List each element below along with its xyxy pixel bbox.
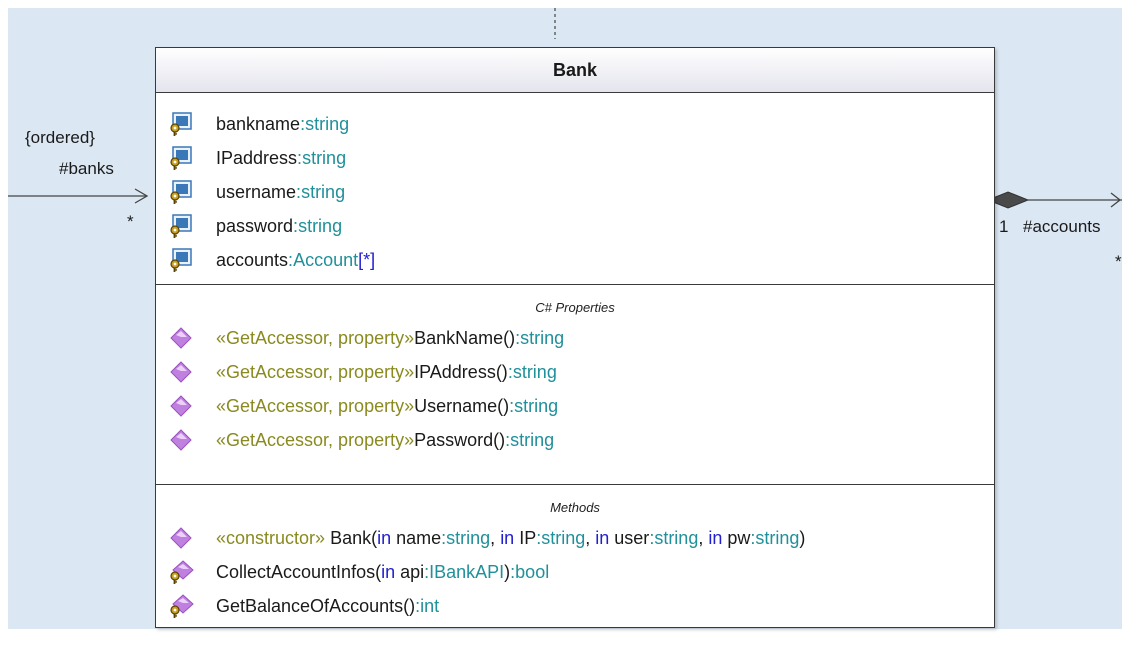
property-stereotype: «GetAccessor, property» [216, 361, 415, 382]
attribute-type: string [305, 113, 350, 134]
class-name: Bank [552, 59, 597, 80]
parameter-type: :string [441, 527, 491, 548]
attribute-row[interactable]: bankname: string [156, 107, 994, 141]
operation-row[interactable]: «constructor» Bank(in name:string, in IP… [156, 521, 994, 555]
parameter-direction: in [595, 527, 610, 548]
property-stereotype: «GetAccessor, property» [216, 327, 415, 348]
attribute-name: IPaddress [216, 147, 298, 168]
attribute-row[interactable]: password: string [156, 209, 994, 243]
parameter-direction: in [708, 527, 723, 548]
compartment-title: Methods [550, 500, 600, 515]
association-role-accounts: #accounts [1023, 217, 1101, 236]
parameter-type: :string [649, 527, 699, 548]
methods-compartment: Methods «constructor» Bank(in name:strin… [156, 495, 994, 650]
parameter-direction: in [500, 527, 515, 548]
property-name: Password() [414, 429, 506, 450]
property-name: BankName() [414, 327, 516, 348]
operation-name: CollectAccountInfos( [216, 561, 382, 582]
compartment-title: C# Properties [535, 300, 615, 315]
operation-close-paren: ) [799, 527, 806, 548]
parameter-separator: , [585, 527, 596, 548]
parameter-separator: , [490, 527, 501, 548]
property-name: IPAddress() [414, 361, 508, 382]
attribute-row[interactable]: accounts: Account [*] [156, 243, 994, 277]
property-row[interactable]: «GetAccessor, property» BankName():strin… [156, 321, 994, 355]
parameter-name: name [391, 527, 442, 548]
diagram-canvas: {ordered} #banks * 1 #accounts * Bank ba… [8, 8, 1122, 629]
operation-name: Bank( [325, 527, 378, 548]
attributes-compartment: bankname: string IPaddress: string username:… [156, 93, 994, 285]
parameter-name: pw [722, 527, 751, 548]
attribute-row[interactable]: username: string [156, 175, 994, 209]
operation-stereotype: «constructor» [216, 527, 326, 548]
property-return-type: :string [509, 395, 559, 416]
property-stereotype: «GetAccessor, property» [216, 429, 415, 450]
parameter-name: IP [514, 527, 537, 548]
association-role-banks: #banks [59, 159, 114, 178]
association-constraint: {ordered} [25, 128, 95, 147]
property-return-type: :string [515, 327, 565, 348]
association-multiplicity: * [1115, 252, 1122, 271]
attribute-name: accounts [216, 249, 289, 270]
protected-property-icon [168, 213, 194, 239]
property-stereotype: «GetAccessor, property» [216, 395, 415, 416]
public-operation-icon [168, 359, 194, 385]
protected-property-icon [168, 247, 194, 273]
uml-class-bank[interactable]: Bank bankname: string IPaddress: string user… [155, 47, 995, 628]
public-operation-icon [168, 393, 194, 419]
parameter-direction: in [381, 561, 396, 582]
attribute-type: string [302, 147, 347, 168]
attribute-name: username [216, 181, 297, 202]
operation-return-type: :bool [510, 561, 550, 582]
attribute-type: Account [293, 249, 359, 270]
property-return-type: :string [507, 361, 557, 382]
parameter-type: :string [750, 527, 800, 548]
parameter-type: :string [536, 527, 586, 548]
protected-operation-icon [168, 559, 194, 585]
class-name-header[interactable]: Bank [156, 48, 994, 93]
parameter-name: api [395, 561, 425, 582]
parameter-separator: , [698, 527, 709, 548]
operation-row[interactable]: CollectAccountInfos(in api:IBankAPI):boo… [156, 555, 994, 589]
public-operation-icon [168, 525, 194, 551]
parameter-type: :IBankAPI [424, 561, 505, 582]
parameter-name: user [609, 527, 650, 548]
properties-compartment: C# Properties «GetAccessor, property» Ba… [156, 295, 994, 485]
operation-row[interactable]: GetBalanceOfAccounts():int [156, 589, 994, 623]
attribute-type: string [301, 181, 346, 202]
protected-property-icon [168, 111, 194, 137]
association-multiplicity: * [127, 212, 134, 231]
public-operation-icon [168, 325, 194, 351]
operation-name: GetBalanceOfAccounts( [216, 595, 410, 616]
attribute-row[interactable]: IPaddress: string [156, 141, 994, 175]
property-row[interactable]: «GetAccessor, property» Password():strin… [156, 423, 994, 457]
property-row[interactable]: «GetAccessor, property» Username():strin… [156, 389, 994, 423]
parameter-direction: in [377, 527, 392, 548]
public-operation-icon [168, 427, 194, 453]
attribute-name: bankname [216, 113, 301, 134]
property-row[interactable]: «GetAccessor, property» IPAddress():stri… [156, 355, 994, 389]
attribute-name: password [216, 215, 294, 236]
protected-property-icon [168, 179, 194, 205]
association-multiplicity: 1 [999, 217, 1009, 236]
operation-return-type: :int [415, 595, 440, 616]
protected-operation-icon [168, 593, 194, 619]
attribute-type: string [298, 215, 343, 236]
property-name: Username() [414, 395, 510, 416]
attribute-multiplicity: [*] [358, 249, 376, 270]
protected-property-icon [168, 145, 194, 171]
property-return-type: :string [505, 429, 555, 450]
